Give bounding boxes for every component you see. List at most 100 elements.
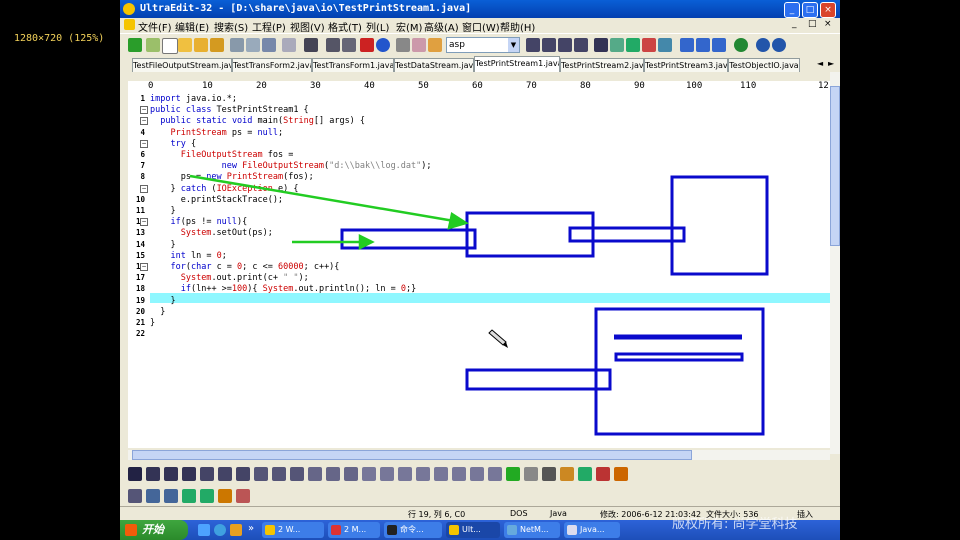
code-line[interactable]: System.out.print(c+ " "); [150, 273, 309, 283]
menu-file[interactable]: 文件(F) [138, 19, 172, 34]
textarea-icon[interactable] [380, 467, 394, 481]
taskbar-item-java[interactable]: Java... [564, 522, 620, 538]
code-line[interactable]: e.printStackTrace(); [150, 195, 283, 205]
tab-testprintstream3[interactable]: TestPrintStream3.java [644, 58, 728, 72]
code-line[interactable]: FileOutputStream fos = [150, 150, 294, 160]
cut-icon[interactable] [396, 38, 410, 52]
text-input-icon[interactable] [542, 467, 556, 481]
minimize-button[interactable]: _ [784, 2, 800, 18]
hidden-field-icon[interactable] [470, 467, 484, 481]
code-line[interactable]: } [150, 318, 155, 328]
tile-vertical-icon[interactable] [696, 38, 710, 52]
symbol-icon[interactable] [614, 467, 628, 481]
app-icon[interactable] [123, 3, 135, 15]
taskbar-item-cmd[interactable]: 命令... [384, 522, 442, 538]
chevron-down-icon[interactable]: ▼ [508, 38, 519, 52]
close-button[interactable]: × [820, 2, 836, 18]
taskbar-item-explorer1[interactable]: 2 W... [262, 522, 324, 538]
explorer-quicklaunch-icon[interactable] [230, 524, 242, 536]
table-icon[interactable] [272, 467, 286, 481]
code-line[interactable]: new FileOutputStream("d:\\bak\\log.dat")… [150, 161, 432, 171]
close-file-icon[interactable] [210, 38, 224, 52]
code-line[interactable]: PrintStream ps = null; [150, 128, 283, 138]
print-preview-icon[interactable] [246, 38, 260, 52]
tab-testobjectio[interactable]: TestObjectIO.java [728, 58, 800, 72]
maximize-button[interactable]: □ [802, 2, 818, 18]
print-icon[interactable] [230, 38, 244, 52]
underline-icon[interactable] [182, 467, 196, 481]
copy-icon[interactable] [412, 38, 426, 52]
tab-scroll-right-icon[interactable]: ► [828, 59, 834, 68]
style-icon[interactable] [596, 467, 610, 481]
new-file-icon[interactable] [162, 38, 178, 54]
image-icon[interactable] [290, 467, 304, 481]
taskbar-item-explorer2[interactable]: 2 M... [328, 522, 380, 538]
layer-icon[interactable] [164, 489, 178, 503]
check-icon[interactable] [506, 467, 520, 481]
paste-icon[interactable] [428, 38, 442, 52]
document-icon[interactable] [124, 19, 135, 30]
tab-testprintstream2[interactable]: TestPrintStream2.java [560, 58, 644, 72]
italic-icon[interactable] [164, 467, 178, 481]
help-icon[interactable] [756, 38, 770, 52]
menu-search[interactable]: 搜索(S) [214, 19, 248, 34]
menu-macro[interactable]: 宏(M) [396, 19, 422, 34]
open-folder-icon[interactable] [178, 38, 192, 52]
spreadsheet-icon[interactable] [182, 489, 196, 503]
find-icon[interactable] [594, 38, 608, 52]
hex-icon[interactable] [326, 38, 340, 52]
menu-edit[interactable]: 编辑(E) [175, 19, 209, 34]
fold-toggle-icon[interactable]: − [140, 184, 148, 193]
code-line[interactable]: if(ln++ >=100){ System.out.println(); ln… [150, 284, 416, 294]
taskbar-item-ultraedit[interactable]: Ult... [446, 522, 500, 538]
form-icon[interactable] [362, 467, 376, 481]
code-line[interactable]: } [150, 296, 175, 306]
fold-toggle-icon[interactable]: − [140, 263, 148, 271]
code-line[interactable]: } [150, 240, 175, 250]
code-line[interactable]: public static void main(String[] args) { [150, 116, 365, 126]
arrow-icon[interactable] [146, 38, 160, 52]
horizontal-scrollbar[interactable] [128, 450, 830, 460]
find-next-icon[interactable] [610, 38, 624, 52]
tab-scroll-left-icon[interactable]: ◄ [817, 59, 823, 68]
ordered-list-icon[interactable] [218, 467, 232, 481]
anchor-icon[interactable] [560, 467, 574, 481]
chart-icon[interactable] [200, 489, 214, 503]
globe-icon[interactable] [734, 38, 748, 52]
font-icon[interactable] [326, 467, 340, 481]
input-icon[interactable] [488, 467, 502, 481]
list-icon[interactable] [200, 467, 214, 481]
code-line[interactable]: System.setOut(ps); [150, 228, 273, 238]
find-prev-icon[interactable] [626, 38, 640, 52]
syntax-combo[interactable]: asp ▼ [446, 37, 520, 53]
justify-icon[interactable] [574, 38, 588, 52]
ie-icon[interactable] [198, 524, 210, 536]
radio-dot-icon[interactable] [524, 467, 538, 481]
code-line[interactable]: int ln = 0; [150, 251, 226, 261]
select-icon[interactable] [452, 467, 466, 481]
code-line[interactable]: public class TestPrintStream1 { [150, 105, 309, 115]
tab-testprintstream1[interactable]: TestPrintStream1.java [474, 56, 560, 72]
word-wrap-icon[interactable] [304, 38, 318, 52]
fold-toggle-icon[interactable]: − [140, 106, 148, 115]
indent-icon[interactable] [236, 467, 250, 481]
code-line[interactable]: for(char c = 0; c <= 60000; c++){ [150, 262, 339, 272]
tab-testtransform2[interactable]: TestTransForm2.java [232, 58, 312, 72]
code-line[interactable]: if(ps != null){ [150, 217, 247, 227]
menu-advanced[interactable]: 高级(A) [424, 19, 459, 34]
browser-quicklaunch-icon[interactable] [214, 524, 226, 536]
mdi-restore-button[interactable]: □ [808, 19, 817, 29]
media-icon[interactable] [236, 489, 250, 503]
code-editor[interactable]: 12−3−45−6789−101112−13141516−17181920212… [128, 93, 830, 448]
align-left-icon[interactable] [526, 38, 540, 52]
find-in-files-icon[interactable] [658, 38, 672, 52]
button-icon[interactable] [398, 467, 412, 481]
tab-testtransform1[interactable]: TestTransForm1.java [312, 58, 394, 72]
tab-testfileoutputstream[interactable]: TestFileOutputStream.java [132, 58, 232, 72]
quicklaunch-expand[interactable]: » [248, 523, 254, 534]
open-recent-icon[interactable] [194, 38, 208, 52]
align-right-icon[interactable] [558, 38, 572, 52]
tile-horizontal-icon[interactable] [680, 38, 694, 52]
tab-testdatastream[interactable]: TestDataStream.java [394, 58, 474, 72]
frame-icon[interactable] [146, 489, 160, 503]
